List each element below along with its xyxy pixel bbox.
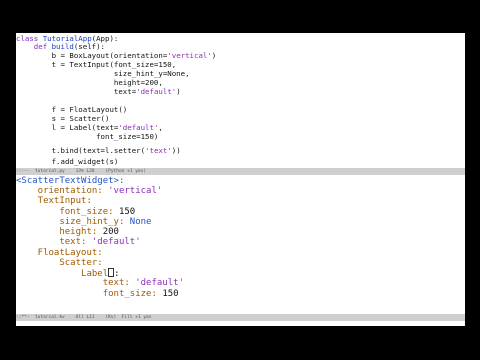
code-line: font_size: 150 — [16, 289, 179, 299]
kv-mode-line: -:**- tutorial.kv All L11 (Kv) Fill +1 y… — [16, 314, 465, 321]
python-mode-line: -:--- tutorial.py 13% L28 (Python +1 yas… — [16, 168, 465, 175]
code-line: <ScatterTextWidget>: — [16, 176, 125, 186]
code-line: orientation: 'vertical' — [16, 186, 163, 196]
code-line: t.bind(text=l.setter('text')) — [16, 146, 181, 155]
editor-window: class TutorialApp(App): def build(self):… — [16, 33, 465, 326]
code-line: font_size=150) — [16, 132, 159, 141]
kv-editor-pane[interactable]: <ScatterTextWidget>: orientation: 'verti… — [16, 176, 465, 313]
code-line: Scatter: — [16, 258, 103, 268]
code-line: text: 'default' — [16, 278, 184, 288]
code-line: f.add_widget(s) — [16, 157, 119, 166]
code-line: height: 200 — [16, 227, 119, 237]
code-line: text='default') — [16, 87, 181, 96]
code-line: font_size: 150 — [16, 207, 136, 217]
code-line: size_hint_y: None — [16, 217, 152, 227]
code-line: TextInput: — [16, 196, 92, 206]
code-line: text: 'default' — [16, 237, 141, 247]
code-line: FloatLayout: — [16, 248, 103, 258]
python-editor-pane[interactable]: class TutorialApp(App): def build(self):… — [16, 33, 465, 167]
